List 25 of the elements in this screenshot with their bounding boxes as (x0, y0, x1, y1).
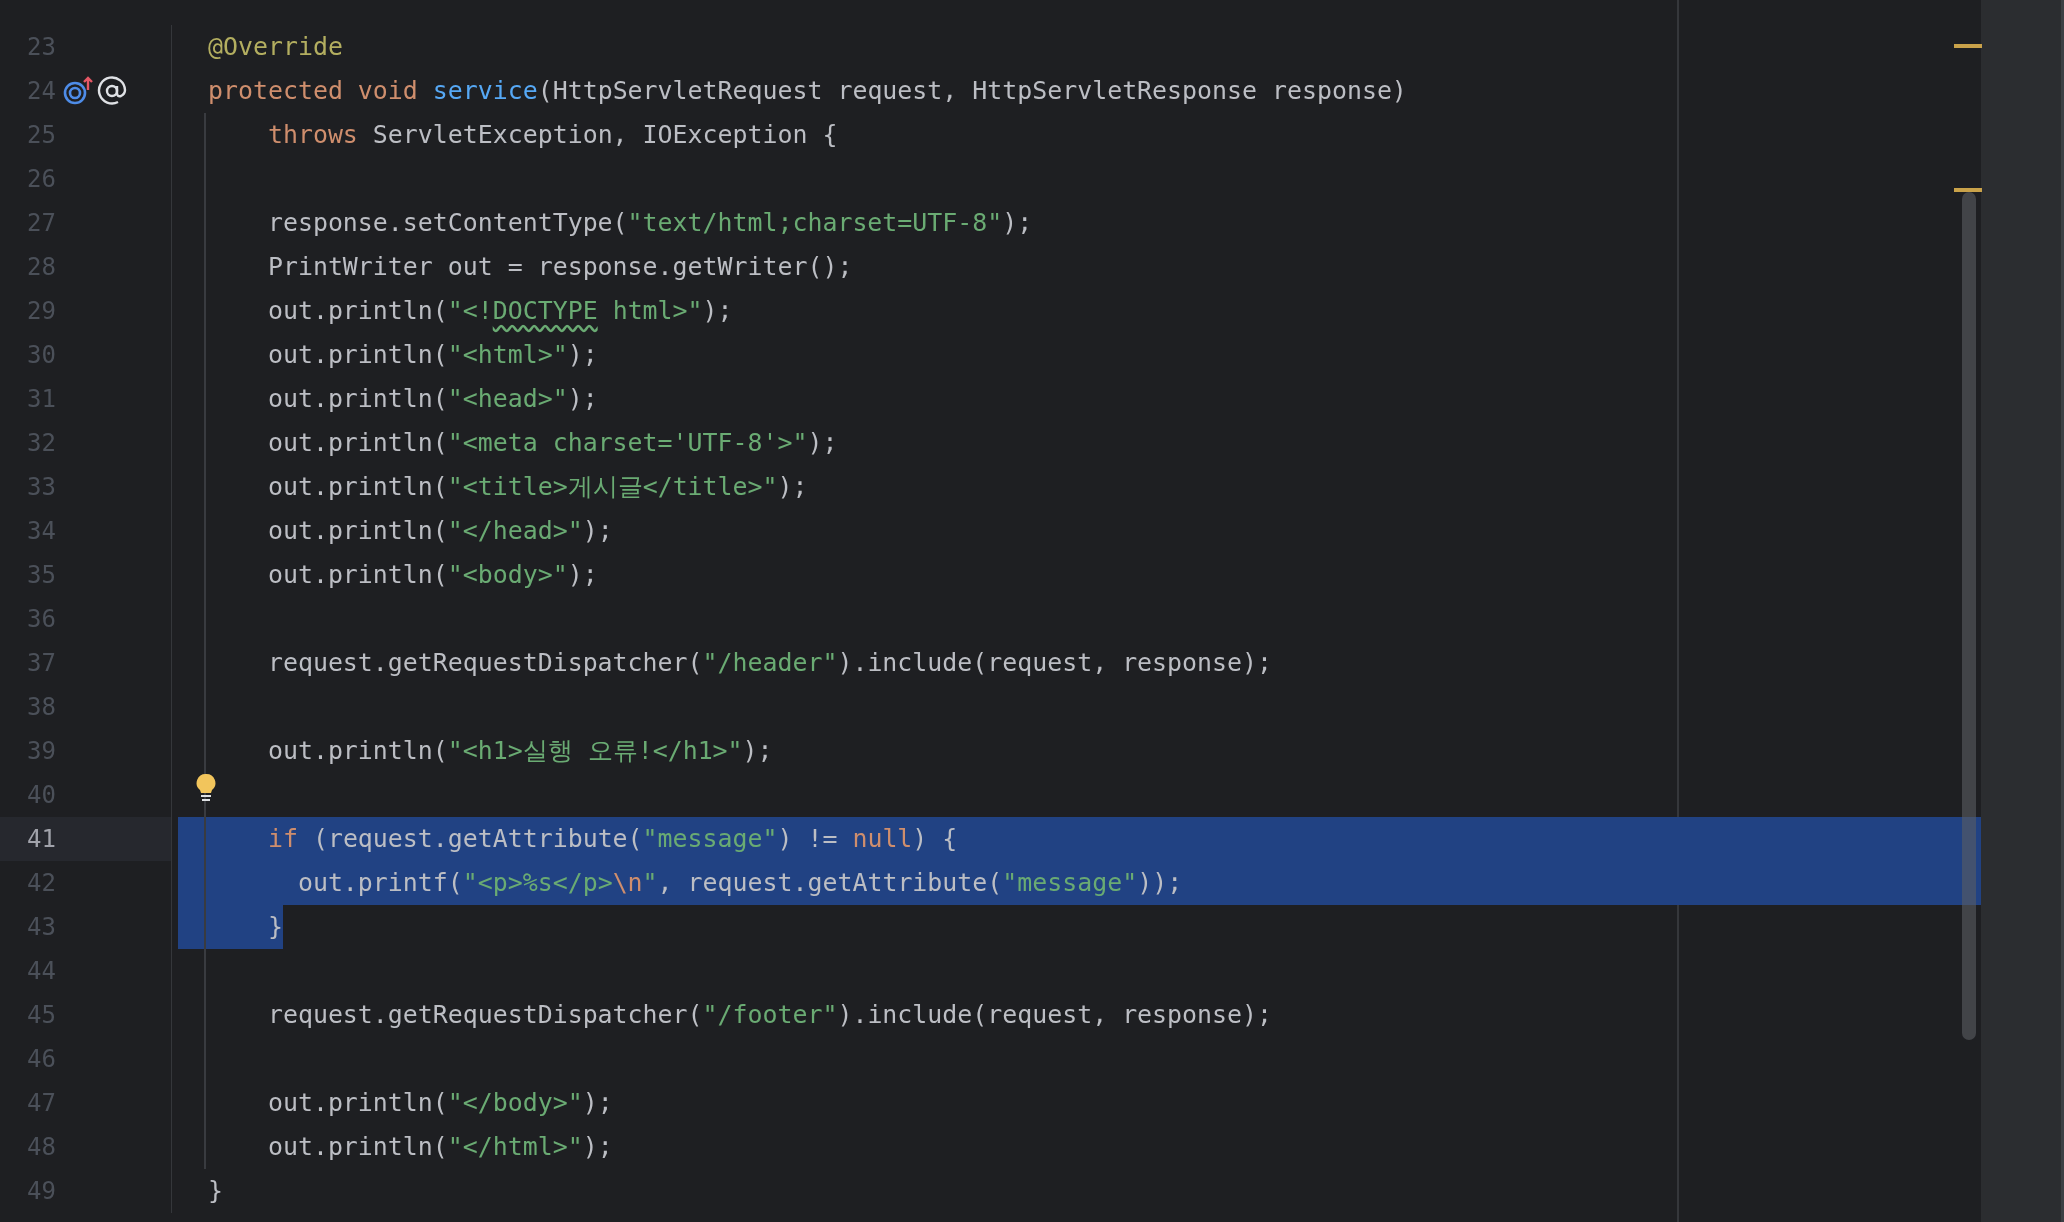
code-line: out.println("</head>"); (266, 515, 613, 547)
at-sign-icon[interactable] (97, 76, 127, 106)
code-line: out.println("<html>"); (266, 339, 598, 371)
warning-marker[interactable] (1954, 44, 1982, 48)
code-line: out.println("<meta charset='UTF-8'>"); (266, 427, 838, 459)
code-line: out.println("</html>"); (266, 1131, 613, 1163)
warning-marker[interactable] (1954, 188, 1982, 192)
code-line: out.println("<body>"); (266, 559, 598, 591)
code-line: response.setContentType("text/html;charset=UTF-8"); (266, 207, 1033, 239)
code-line: } (207, 1175, 223, 1207)
code-line: request.getRequestDispatcher("/header").include(request, response); (266, 647, 1272, 679)
code-line: out.println("<title>게시글</title>"); (266, 471, 808, 503)
code-line: @Override (207, 31, 343, 63)
code-line: out.println("<h1>실행 오류!</h1>"); (266, 735, 773, 767)
code-line: throws ServletException, IOException { (266, 119, 838, 151)
line-number: 41 (26, 825, 56, 853)
code-line: out.println("<!DOCTYPE html>"); (266, 295, 733, 327)
code-line: request.getRequestDispatcher("/footer").include(request, response); (266, 999, 1272, 1031)
scrollbar-thumb[interactable] (1962, 192, 1976, 1040)
code-line: out.println("<head>"); (266, 383, 598, 415)
code-line: protected void service(HttpServletRequest request, HttpServletResponse response) (207, 75, 1407, 107)
overrides-method-icon[interactable] (63, 76, 93, 106)
code-line: PrintWriter out = response.getWriter(); (266, 251, 853, 283)
code-line: out.println("</body>"); (266, 1087, 613, 1119)
lightbulb-icon[interactable] (196, 773, 216, 803)
